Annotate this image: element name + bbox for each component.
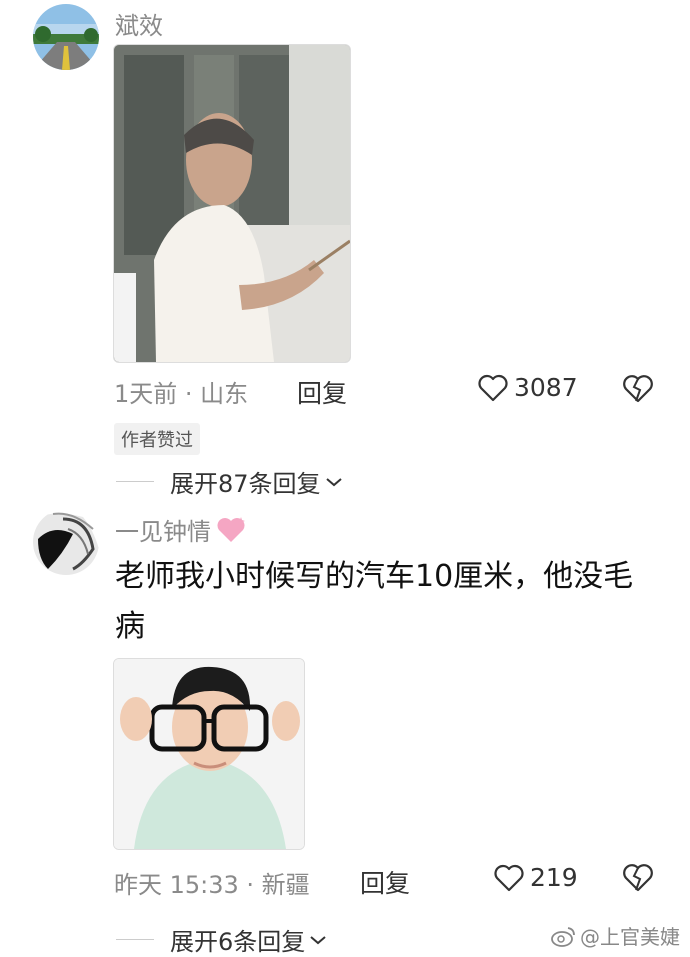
- comment-item: 斌效 1天前 · 山东 回复 3087 作者赞过 展开87条回复: [0, 0, 690, 498]
- reply-button[interactable]: 回复: [297, 374, 347, 410]
- avatar-image: [33, 509, 99, 575]
- photo-person-glasses: [114, 659, 304, 849]
- avatar[interactable]: [33, 509, 99, 575]
- dislike-button[interactable]: [622, 374, 654, 408]
- comment-text: 老师我小时候写的汽车10厘米，他没毛病: [115, 559, 634, 644]
- comment-image[interactable]: [113, 44, 351, 363]
- expand-replies-button[interactable]: 展开6条回复: [116, 922, 327, 957]
- comment-image[interactable]: [113, 658, 305, 850]
- divider-line: [116, 481, 154, 482]
- expand-replies-label: 展开6条回复: [170, 928, 306, 956]
- weibo-icon: [551, 926, 575, 947]
- comment-item: 一见钟情 老师我小时候写的汽车10厘米，他没毛病 昨天 15:33 · 新疆 回…: [0, 492, 690, 957]
- username[interactable]: 斌效: [115, 6, 163, 41]
- username[interactable]: 一见钟情: [115, 512, 247, 547]
- like-count: 3087: [514, 373, 578, 402]
- watermark: @上官美婕: [550, 921, 680, 950]
- avatar-image: [33, 4, 99, 70]
- dislike-button[interactable]: [622, 863, 654, 897]
- chevron-down-icon: [310, 935, 326, 944]
- author-liked-badge: 作者赞过: [114, 423, 200, 455]
- like-count: 219: [530, 863, 578, 892]
- broken-heart-icon: [623, 375, 653, 403]
- avatar[interactable]: [33, 4, 99, 70]
- reply-button[interactable]: 回复: [360, 864, 410, 900]
- comment-meta: 昨天 15:33 · 新疆: [114, 871, 310, 899]
- photo-person-eating: [114, 45, 350, 362]
- watermark-text: @上官美婕: [580, 925, 680, 949]
- heart-outline-icon: [478, 374, 508, 401]
- pink-heart-icon: [217, 516, 245, 542]
- username-text: 一见钟情: [115, 518, 211, 546]
- like-button[interactable]: 219: [494, 863, 578, 892]
- heart-outline-icon: [494, 864, 524, 891]
- broken-heart-icon: [623, 864, 653, 892]
- divider-line: [116, 939, 154, 940]
- like-button[interactable]: 3087: [478, 373, 578, 402]
- chevron-down-icon: [325, 477, 342, 486]
- comment-meta: 1天前 · 山东: [114, 380, 249, 408]
